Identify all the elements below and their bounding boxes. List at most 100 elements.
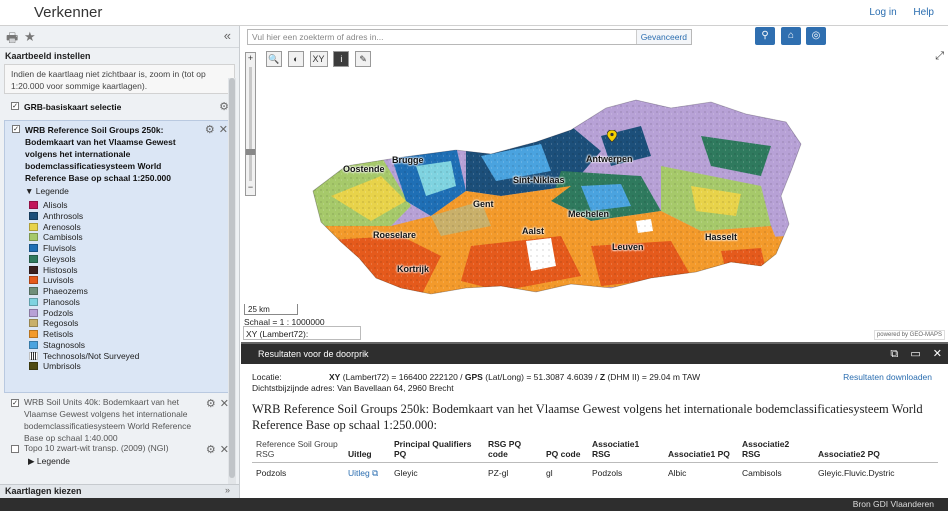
zoom-tool-icon[interactable]: 🔍: [266, 51, 282, 67]
search-people-button[interactable]: ⚲: [755, 27, 775, 45]
layer-title: WRB Soil Units 40k: Bodemkaart van het V…: [24, 397, 192, 443]
layer-wrb-250k[interactable]: ✓ WRB Reference Soil Groups 250k: Bodemk…: [4, 120, 235, 393]
legend-swatch: [29, 319, 38, 328]
column-header: Associatie2 PQ: [814, 436, 938, 463]
city-label: Aalst: [522, 226, 545, 236]
layer-checkbox[interactable]: ✓: [11, 102, 19, 110]
left-scrollbar[interactable]: [228, 78, 236, 496]
legend-item: Umbrisols: [25, 361, 230, 372]
zoom-out-button[interactable]: −: [246, 183, 255, 193]
info-tool-icon[interactable]: i: [333, 51, 350, 67]
column-header: Associatie2 RSG: [738, 436, 814, 463]
legend-item: Retisols: [25, 329, 230, 340]
layer-settings-icon[interactable]: ⚙: [205, 124, 215, 136]
legend-label: Luvisols: [43, 275, 74, 286]
locate-button[interactable]: ◎: [806, 27, 826, 45]
legend-item: Gleysols: [25, 254, 230, 265]
gps-label: GPS: [464, 372, 483, 382]
table-cell: Gleyic: [394, 468, 418, 478]
login-link[interactable]: Log in: [869, 7, 896, 18]
xy-label: XY: [329, 372, 341, 382]
city-label: Hasselt: [705, 232, 738, 242]
close-icon[interactable]: ✕: [933, 348, 942, 360]
column-header: Uitleg: [344, 436, 390, 463]
legend-label: Planosols: [43, 296, 80, 307]
zoom-slider-handle[interactable]: [246, 149, 255, 155]
scrollbar-thumb[interactable]: [229, 78, 235, 478]
legend-item: Technosols/Not Surveyed: [25, 351, 230, 362]
results-bar: Resultaten voor de doorprik ⧉ ▭ ✕: [241, 344, 948, 364]
legend-swatch: [29, 254, 38, 263]
column-header: Associatie1 PQ: [664, 436, 738, 463]
map-tools: 🔍 ◐ XY i ✎: [266, 51, 374, 67]
layer-checkbox[interactable]: [11, 445, 19, 453]
column-header: RSG PQ code: [484, 436, 542, 463]
city-label: Sint-Niklaas: [513, 175, 565, 185]
legend-label: Technosols/Not Surveyed: [43, 350, 140, 361]
table-cell: Gleyic.Fluvic.Dystric: [818, 468, 895, 478]
legend-label: Anthrosols: [43, 210, 84, 221]
layer-checkbox[interactable]: ✓: [12, 125, 20, 133]
soil-map-canvas[interactable]: [241, 26, 948, 342]
expand-map-icon[interactable]: ⤢: [935, 50, 944, 63]
globe-tool-icon[interactable]: ◐: [287, 51, 304, 67]
xy-tool-button[interactable]: XY: [309, 51, 328, 67]
attribution[interactable]: powered by GEO-MAPS: [873, 330, 945, 340]
legend-item: Regosols: [25, 318, 230, 329]
city-label: Oostende: [343, 164, 385, 174]
legend-item: Arenosols: [25, 222, 230, 233]
legend-toggle[interactable]: ▼ Legende: [25, 185, 230, 197]
search-input[interactable]: Vul hier een zoekterm of adres in... Gev…: [247, 29, 692, 45]
search-placeholder: Vul hier een zoekterm of adres in...: [252, 32, 384, 42]
legend-swatch: [29, 233, 38, 242]
print-icon[interactable]: 🖶: [6, 29, 18, 51]
legend-label: Gleysols: [43, 253, 76, 264]
uitleg-link[interactable]: Uitleg ⧉: [344, 463, 390, 484]
xy-value: (Lambert72) = 166400 222120 /: [342, 372, 463, 382]
layer-title: GRB-basiskaart selectie: [24, 102, 122, 112]
layer-checkbox[interactable]: ✓: [11, 399, 19, 407]
download-results-link[interactable]: Resultaten downloaden: [843, 372, 932, 382]
help-link[interactable]: Help: [913, 7, 934, 18]
layer-grb[interactable]: ✓ GRB-basiskaart selectie ⚙: [4, 98, 235, 118]
measure-tool-icon[interactable]: ✎: [355, 51, 372, 67]
collapse-panel-icon[interactable]: «: [224, 28, 231, 43]
panel-title: Kaartbeeld instellen: [5, 51, 91, 61]
layer-actions: ⚙ ✕: [201, 124, 228, 136]
legend-swatch: [29, 265, 38, 274]
zoom-info-box: Indien de kaartlaag niet zichtbaar is, z…: [4, 64, 235, 94]
table-cell: Podzols: [592, 468, 623, 478]
result-layer-title: WRB Reference Soil Groups 250k: Bodemkaa…: [252, 402, 923, 432]
expand-icon[interactable]: »: [225, 485, 230, 495]
layer-title: Topo 10 zwart-wit transp. (2009) (NGI): [24, 443, 169, 453]
legend-label: Retisols: [43, 329, 74, 339]
legend-label: Umbrisols: [43, 361, 81, 372]
legend-list: Alisols Anthrosols Arenosols Cambisols Fluvi…: [25, 200, 230, 372]
legend-item: Alisols: [25, 200, 230, 211]
results-table: Reference Soil Group RSG Uitleg Principa…: [252, 436, 938, 483]
map-view[interactable]: Oostende Brugge Antwerpen Sint-Niklaas G…: [241, 26, 948, 342]
remove-layer-icon[interactable]: ✕: [219, 124, 228, 136]
zoom-in-button[interactable]: +: [246, 54, 255, 64]
legend-swatch: [29, 340, 38, 349]
choose-layers-bar[interactable]: Kaartlagen kiezen »: [0, 484, 239, 498]
layer-settings-icon[interactable]: ⚙: [206, 444, 216, 456]
layer-settings-icon[interactable]: ⚙: [206, 398, 216, 410]
results-body: Locatie: XY (Lambert72) = 166400 222120 …: [241, 364, 948, 483]
popout-icon[interactable]: ⧉: [890, 348, 898, 360]
maximize-icon[interactable]: ▭: [910, 348, 920, 360]
legend-item: Histosols: [25, 265, 230, 276]
advanced-search-link[interactable]: Gevanceerd: [635, 30, 691, 44]
layer-actions: ⚙ ✕: [202, 398, 229, 410]
star-icon[interactable]: ★: [24, 29, 36, 45]
layer-wrb-40k[interactable]: ✓ WRB Soil Units 40k: Bodemkaart van het…: [4, 395, 235, 443]
home-search-button[interactable]: ⌂: [781, 27, 801, 45]
xy-readout: XY (Lambert72):: [243, 326, 361, 340]
layer-topo10[interactable]: Topo 10 zwart-wit transp. (2009) (NGI) ⚙…: [4, 441, 235, 467]
legend-toggle[interactable]: ▶ Legende: [24, 455, 231, 467]
location-line: Locatie: XY (Lambert72) = 166400 222120 …: [252, 372, 937, 383]
legend-item: Planosols: [25, 297, 230, 308]
column-header: Associatie1 RSG: [588, 436, 664, 463]
zoom-track[interactable]: [249, 67, 252, 181]
legend-swatch: [29, 308, 38, 317]
